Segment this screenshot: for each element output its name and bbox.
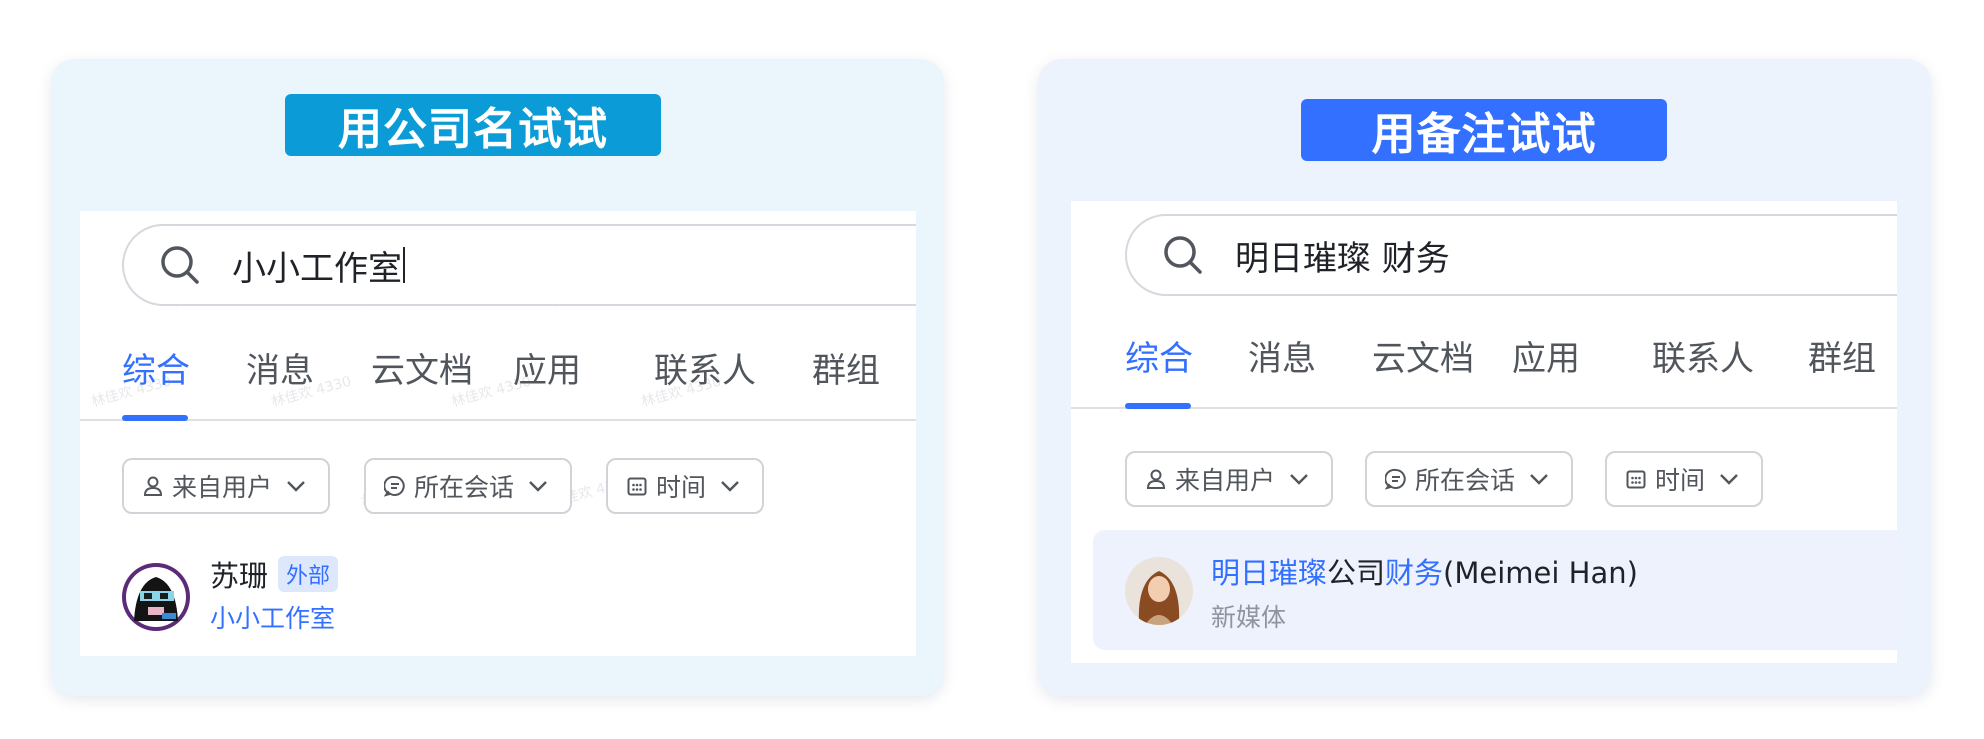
chevron-down-icon bbox=[529, 481, 547, 492]
tab-groups[interactable]: 群组 bbox=[812, 343, 880, 392]
user-icon bbox=[143, 476, 163, 496]
filter-time-label: 时间 bbox=[656, 473, 707, 502]
right-card-title: 用备注试试 bbox=[1301, 99, 1667, 161]
chevron-down-icon bbox=[1720, 474, 1738, 485]
contact-result-row[interactable]: 苏珊 外部 小小工作室 bbox=[80, 541, 916, 656]
filter-from-user-label: 来自用户 bbox=[172, 473, 273, 502]
search-query-text: 明日璀璨 财务 bbox=[1235, 238, 1450, 279]
contact-name-line: 明日璀璨公司财务(Meimei Han) bbox=[1211, 550, 1638, 592]
search-icon bbox=[1164, 236, 1202, 274]
name-highlight-match: 明日璀璨 bbox=[1211, 556, 1328, 590]
tab-all[interactable]: 综合 bbox=[122, 343, 190, 392]
calendar-icon bbox=[627, 477, 647, 496]
tab-apps[interactable]: 应用 bbox=[513, 343, 581, 392]
contact-company: 小小工作室 bbox=[210, 604, 336, 633]
external-tag-badge: 外部 bbox=[278, 556, 339, 592]
avatar bbox=[1125, 557, 1193, 625]
left-demo-card: 用公司名试试 林佳欢 4330 林佳欢 4330 林佳欢 4330 林佳欢 43… bbox=[51, 59, 944, 696]
chat-bubble-icon bbox=[384, 475, 405, 497]
chevron-down-icon bbox=[721, 481, 739, 492]
tab-docs[interactable]: 云文档 bbox=[371, 343, 473, 392]
name-plain-text: (Meimei Han) bbox=[1443, 556, 1638, 590]
contact-name-line: 苏珊 外部 bbox=[210, 553, 339, 595]
right-demo-card: 用备注试试 明日璀璨 财务 综合 消息 云文档 应用 联系人 群组 来自用户 所… bbox=[1038, 59, 1931, 696]
left-card-title: 用公司名试试 bbox=[285, 94, 661, 156]
tab-apps[interactable]: 应用 bbox=[1512, 331, 1580, 380]
filter-in-chat[interactable]: 所在会话 bbox=[1365, 451, 1573, 507]
tab-messages[interactable]: 消息 bbox=[1248, 331, 1316, 380]
user-icon bbox=[1146, 469, 1166, 489]
calendar-icon bbox=[1626, 470, 1646, 489]
name-highlight-match: 财务 bbox=[1385, 556, 1444, 590]
filter-in-chat-label: 所在会话 bbox=[414, 473, 515, 502]
chevron-down-icon bbox=[1530, 474, 1548, 485]
chevron-down-icon bbox=[1290, 474, 1308, 485]
tab-messages[interactable]: 消息 bbox=[246, 343, 314, 392]
left-search-panel: 林佳欢 4330 林佳欢 4330 林佳欢 4330 林佳欢 4330 林佳欢 … bbox=[80, 211, 916, 656]
chevron-down-icon bbox=[287, 481, 305, 492]
tab-docs[interactable]: 云文档 bbox=[1372, 331, 1474, 380]
search-input[interactable]: 小小工作室 bbox=[122, 224, 916, 306]
filter-time-label: 时间 bbox=[1655, 466, 1706, 495]
search-icon bbox=[161, 246, 199, 284]
filter-time[interactable]: 时间 bbox=[606, 458, 764, 514]
search-query-text: 小小工作室 bbox=[232, 248, 402, 289]
tab-all[interactable]: 综合 bbox=[1125, 331, 1193, 380]
tab-groups[interactable]: 群组 bbox=[1808, 331, 1876, 380]
result-tabs: 综合 消息 云文档 应用 联系人 群组 bbox=[80, 323, 916, 421]
filter-in-chat[interactable]: 所在会话 bbox=[364, 458, 572, 514]
contact-name: 苏珊 bbox=[210, 559, 269, 593]
name-plain-text: 公司 bbox=[1327, 556, 1386, 590]
search-input[interactable]: 明日璀璨 财务 bbox=[1125, 214, 1897, 296]
filter-from-user[interactable]: 来自用户 bbox=[1125, 451, 1333, 507]
chat-bubble-icon bbox=[1385, 468, 1406, 490]
filter-time[interactable]: 时间 bbox=[1605, 451, 1763, 507]
filter-from-user[interactable]: 来自用户 bbox=[122, 458, 330, 514]
avatar bbox=[122, 563, 190, 631]
filter-from-user-label: 来自用户 bbox=[1175, 466, 1276, 495]
tab-contacts[interactable]: 联系人 bbox=[654, 343, 756, 392]
contact-result-row[interactable]: 明日璀璨公司财务(Meimei Han) 新媒体 bbox=[1093, 530, 1897, 650]
active-tab-indicator bbox=[122, 415, 188, 421]
right-search-panel: 明日璀璨 财务 综合 消息 云文档 应用 联系人 群组 来自用户 所在会话 时间 bbox=[1071, 201, 1897, 663]
tab-contacts[interactable]: 联系人 bbox=[1652, 331, 1754, 380]
contact-department: 新媒体 bbox=[1211, 603, 1287, 632]
result-tabs: 综合 消息 云文档 应用 联系人 群组 bbox=[1071, 311, 1897, 409]
filter-in-chat-label: 所在会话 bbox=[1415, 466, 1516, 495]
text-caret bbox=[403, 247, 405, 283]
active-tab-indicator bbox=[1125, 403, 1191, 409]
